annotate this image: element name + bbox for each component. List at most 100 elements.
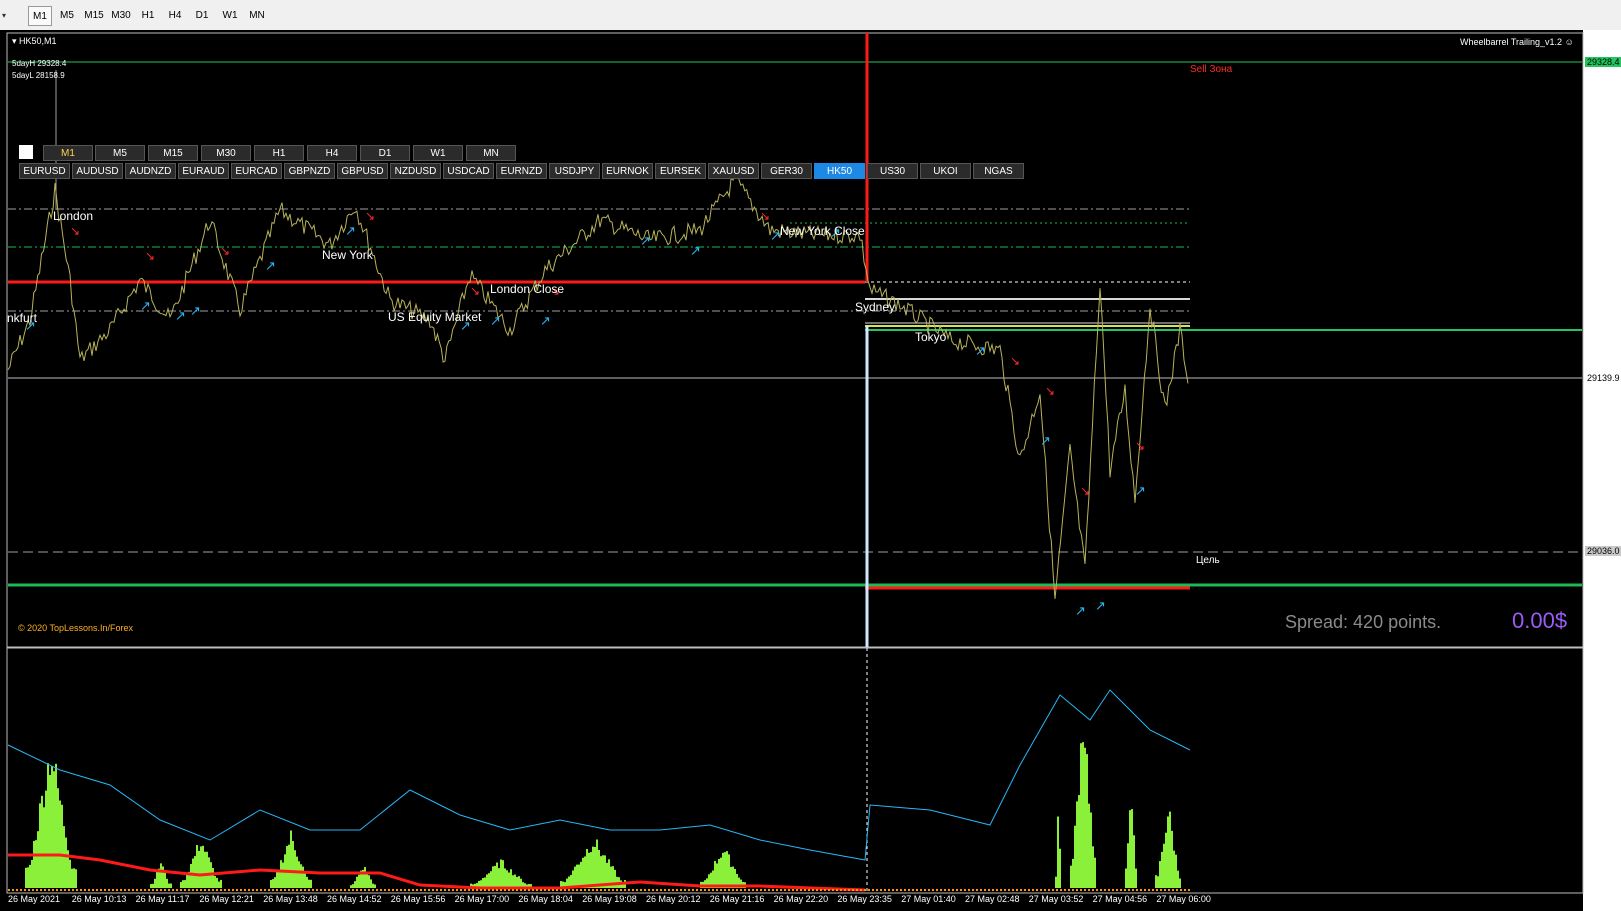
price-marker-target: 29036.0 (1585, 546, 1621, 556)
histogram-bar (302, 866, 304, 888)
panel-symbol-us30[interactable]: US30 (867, 163, 918, 179)
session-new-york: New York (322, 248, 373, 262)
histogram-bar (1175, 854, 1177, 888)
price-tick-label: 29059.5 (1585, 520, 1618, 531)
histogram-bar (1076, 801, 1078, 888)
histogram-bar (306, 876, 308, 888)
panel-checkbox[interactable] (19, 145, 33, 159)
arrow-up-icon: ↗ (540, 314, 551, 329)
time-tick-label: 26 May 19:08 (582, 894, 637, 904)
histogram-bar (1088, 803, 1090, 888)
volume-histogram (7, 689, 1191, 892)
histogram-bar (1171, 830, 1173, 888)
price-tick-label: 29306.4 (1585, 95, 1618, 106)
panel-symbol-eurnzd[interactable]: EURNZD (496, 163, 547, 179)
histogram-bar (59, 800, 61, 888)
histogram-bar (350, 885, 352, 888)
histogram-bar (494, 865, 496, 888)
histogram-bar (298, 861, 300, 888)
arrow-up-icon: ↗ (975, 344, 986, 359)
histogram-bar (1057, 816, 1059, 888)
panel-tf-m1[interactable]: M1 (43, 145, 93, 161)
histogram-bar (580, 861, 582, 888)
panel-symbol-ger30[interactable]: GER30 (761, 163, 812, 179)
histogram-bar (1129, 810, 1131, 888)
histogram-bar (582, 857, 584, 888)
panel-tf-m30[interactable]: M30 (201, 145, 251, 161)
toolbar-tf-m15[interactable]: M15 (81, 6, 107, 26)
time-tick-label: 26 May 14:52 (327, 894, 382, 904)
panel-symbol-gbpnzd[interactable]: GBPNZD (284, 163, 335, 179)
histogram-bar (1169, 811, 1171, 888)
toolbar-tf-mn[interactable]: MN (245, 6, 269, 26)
panel-symbol-ukoi[interactable]: UKOI (920, 163, 971, 179)
toolbar-tf-w1[interactable]: W1 (218, 6, 242, 26)
histogram-bar (204, 851, 206, 888)
panel-symbol-gbpusd[interactable]: GBPUSD (337, 163, 388, 179)
histogram-bar (218, 881, 220, 888)
toolbar-tf-m5[interactable]: M5 (55, 6, 79, 26)
histogram-bar (166, 878, 168, 888)
histogram-bar (1155, 875, 1157, 888)
histogram-bar (198, 850, 200, 888)
panel-symbol-audusd[interactable]: AUDUSD (72, 163, 123, 179)
toolbar-tf-h1[interactable]: H1 (136, 6, 160, 26)
histogram-bar (1165, 832, 1167, 888)
histogram-bar (586, 849, 588, 888)
panel-symbol-usdcad[interactable]: USDCAD (443, 163, 494, 179)
arrow-up-icon: ↗ (1075, 604, 1086, 619)
histogram-bar (73, 868, 75, 888)
panel-symbol-xauusd[interactable]: XAUUSD (708, 163, 759, 179)
histogram-bar (1135, 868, 1137, 888)
histogram-bar (1177, 870, 1179, 888)
panel-symbol-nzdusd[interactable]: NZDUSD (390, 163, 441, 179)
histogram-bar (214, 875, 216, 888)
time-tick-label: 26 May 11:17 (135, 894, 190, 904)
panel-tf-m15[interactable]: M15 (148, 145, 198, 161)
histogram-bar (49, 774, 51, 888)
arrow-up-icon: ↗ (265, 259, 276, 274)
time-tick-label: 26 May 21:16 (709, 894, 765, 904)
histogram-bar (716, 863, 718, 888)
histogram-bar (1086, 754, 1088, 888)
toolbar-tf-h4[interactable]: H4 (163, 6, 187, 26)
chart-title: ▾ HK50,M1 (12, 36, 57, 46)
chevron-down-icon[interactable]: ▾ (2, 6, 16, 26)
symbol-title: HK50,M1 (19, 36, 57, 46)
panel-tf-h1[interactable]: H1 (254, 145, 304, 161)
toolbar-tf-d1[interactable]: D1 (190, 6, 214, 26)
histogram-bar (518, 876, 520, 888)
histogram-bar (484, 877, 486, 888)
panel-symbol-usdjpy[interactable]: USDJPY (549, 163, 600, 179)
histogram-bar (1173, 850, 1175, 888)
panel-symbol-hk50[interactable]: HK50 (814, 163, 865, 179)
histogram-bar (596, 839, 598, 888)
toolbar-tf-m1[interactable]: M1 (28, 6, 52, 26)
panel-tf-mn[interactable]: MN (466, 145, 516, 161)
histogram-bar (1059, 848, 1061, 888)
histogram-bar (514, 874, 516, 888)
panel-symbol-eurusd[interactable]: EURUSD (19, 163, 70, 179)
panel-symbol-audnzd[interactable]: AUDNZD (125, 163, 176, 179)
arrow-up-icon: ↗ (1040, 434, 1051, 449)
histogram-bar (496, 862, 498, 888)
histogram-bar (500, 859, 502, 888)
price-tick-label: 29230.7 (1585, 226, 1618, 237)
panel-symbol-ngas[interactable]: NGAS (973, 163, 1024, 179)
histogram-bar (482, 877, 484, 888)
panel-tf-h4[interactable]: H4 (307, 145, 357, 161)
panel-symbol-euraud[interactable]: EURAUD (178, 163, 229, 179)
panel-tf-d1[interactable]: D1 (360, 145, 410, 161)
histogram-bar (592, 846, 594, 888)
histogram-bar (206, 851, 208, 888)
histogram-bar (292, 840, 294, 888)
panel-symbol-eurnok[interactable]: EURNOK (602, 163, 653, 179)
panel-tf-w1[interactable]: W1 (413, 145, 463, 161)
toolbar-tf-m30[interactable]: M30 (108, 6, 134, 26)
histogram-bar (304, 871, 306, 888)
panel-symbol-eurcad[interactable]: EURCAD (231, 163, 282, 179)
panel-tf-m5[interactable]: M5 (95, 145, 145, 161)
panel-symbol-eursek[interactable]: EURSEK (655, 163, 706, 179)
price-tick-label: 29173.9 (1585, 324, 1618, 335)
target-label: Цель (1196, 555, 1220, 566)
